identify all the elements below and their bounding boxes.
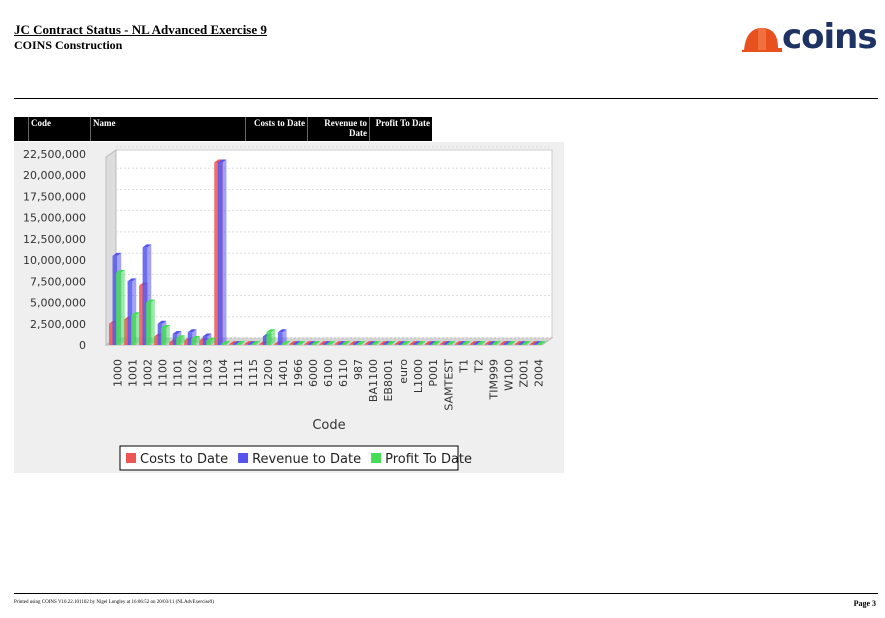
legend-label: Costs to Date (140, 452, 228, 467)
x-tick-label: SAMTEST (442, 359, 455, 411)
bar (266, 329, 276, 345)
x-tick-label: BA1100 (367, 359, 380, 402)
x-tick-label: 1001 (127, 359, 140, 387)
x-tick-label: 1102 (187, 359, 200, 387)
x-tick-label: 1111 (232, 359, 245, 387)
x-tick-label: 1200 (262, 359, 275, 387)
legend-swatch (371, 453, 382, 463)
header-costs: Costs to Date (245, 117, 307, 141)
x-tick-label: 2004 (532, 359, 545, 387)
y-tick-label: 10,000,000 (23, 254, 86, 267)
report-title: JC Contract Status - NL Advanced Exercis… (14, 22, 267, 37)
x-tick-label: L1000 (412, 359, 425, 393)
plot-back-wall (115, 149, 553, 339)
chart-svg: 0 2,500,000 5,000,000 7,500,000 10,000,000 12… (23, 146, 554, 471)
x-tick-label: euro (397, 359, 410, 384)
x-tick-label: 987 (352, 359, 365, 380)
y-tick-label: 7,500,000 (30, 275, 86, 288)
bar (131, 312, 140, 345)
x-tick-label: 1000 (112, 359, 125, 387)
hardhat-icon (742, 28, 782, 52)
header-name: Name (90, 117, 245, 141)
y-tick-label: 5,000,000 (30, 297, 86, 310)
page-number: Page 3 (853, 599, 876, 608)
x-tick-label: 1101 (172, 359, 185, 387)
x-tick-label: EB8001 (382, 359, 395, 402)
y-tick-label: 12,500,000 (23, 233, 86, 246)
x-tick-label: 1100 (157, 359, 170, 387)
bar (161, 325, 170, 345)
company-name: COINS Construction (14, 38, 123, 52)
legend-swatch (238, 453, 249, 463)
coins-logo: coins (742, 18, 878, 56)
contract-chart: 0 2,500,000 5,000,000 7,500,000 10,000,000 12… (14, 142, 564, 473)
x-tick-label: 6000 (307, 359, 320, 387)
table-header: Code Name Costs to Date Revenue to Date … (14, 117, 432, 141)
print-info: Printed using COINS V10.22.101102 by Nig… (14, 600, 214, 605)
y-tick-label: 2,500,000 (30, 318, 86, 331)
legend-label: Revenue to Date (252, 452, 361, 467)
header-revenue: Revenue to Date (307, 117, 369, 141)
footer-divider (14, 593, 878, 594)
x-axis-label: Code (312, 418, 345, 433)
x-tick-label: 1966 (292, 359, 305, 387)
y-tick-label: 22,500,000 (23, 148, 86, 161)
header-spacer (14, 117, 28, 141)
x-tick-label: 6100 (322, 359, 335, 387)
x-tick-label: 1401 (277, 359, 290, 387)
y-tick-label: 15,000,000 (23, 212, 86, 225)
header-code: Code (28, 117, 90, 141)
x-tick-label: 1104 (217, 359, 230, 387)
x-tick-label: T2 (472, 359, 485, 374)
x-tick-label: Z001 (517, 359, 530, 388)
bar (116, 269, 125, 345)
y-tick-label: 20,000,000 (23, 169, 86, 182)
x-tick-label: 1115 (247, 359, 260, 387)
logo-wordmark: coins (782, 17, 878, 57)
x-tick-label: W100 (502, 359, 515, 391)
x-tick-label: 1103 (202, 359, 215, 387)
x-tick-label: P001 (427, 359, 440, 387)
x-tick-label: 1002 (142, 359, 155, 387)
bar (146, 299, 155, 345)
header-divider (14, 98, 878, 99)
x-tick-label: 6110 (337, 359, 350, 387)
y-tick-label: 0 (79, 339, 86, 352)
bar (217, 159, 227, 345)
x-tick-label: T1 (457, 359, 470, 374)
x-tick-label: TIM999 (487, 359, 500, 400)
legend-label: Profit To Date (385, 452, 472, 467)
header-profit: Profit To Date (369, 117, 432, 141)
y-tick-label: 17,500,000 (23, 190, 86, 203)
legend-swatch (126, 453, 136, 463)
